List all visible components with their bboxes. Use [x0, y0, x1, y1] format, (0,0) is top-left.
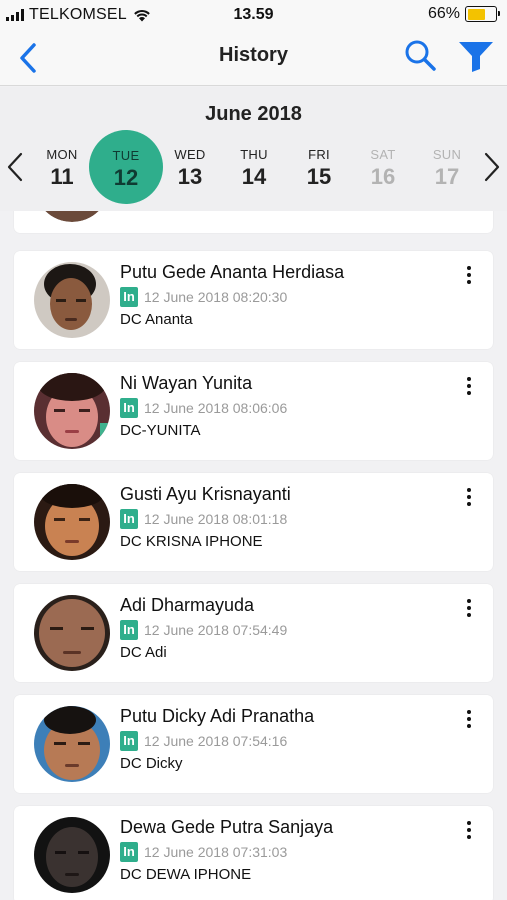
avatar	[34, 262, 110, 338]
battery-fill	[467, 8, 486, 20]
record-timestamp: 12 June 2018 08:20:30	[144, 289, 288, 305]
date-strip: June 2018 MON 11 TUE 12 WED 13 THU 14 FR…	[0, 87, 507, 211]
day-date: 17	[434, 164, 460, 189]
day-tue[interactable]: TUE 12	[89, 130, 163, 204]
battery-percent: 66%	[427, 5, 460, 22]
device-name: DC-YUNITA	[120, 422, 201, 439]
day-name: MON	[46, 147, 78, 162]
day-date: 16	[370, 164, 396, 189]
avatar	[34, 706, 110, 782]
avatar	[45, 211, 99, 222]
search-icon[interactable]	[403, 38, 439, 74]
record-timestamp: 12 June 2018 07:54:49	[144, 622, 288, 638]
person-name: Gusti Ayu Krisnayanti	[120, 484, 291, 504]
battery-icon	[465, 6, 500, 22]
person-name: Dewa Gede Putra Sanjaya	[120, 817, 334, 837]
device-name: DC Dicky	[120, 755, 183, 772]
list-item[interactable]: Ni Wayan Yunita In 12 June 2018 08:06:06…	[14, 362, 493, 460]
record-timestamp: 12 June 2018 08:06:06	[144, 400, 288, 416]
more-options-icon[interactable]	[457, 707, 481, 731]
in-badge: In	[120, 842, 138, 862]
record-timestamp: 12 June 2018 08:01:18	[144, 511, 288, 527]
list-item[interactable]: Adi Dharmayuda In 12 June 2018 07:54:49 …	[14, 584, 493, 682]
day-date: 13	[177, 164, 203, 189]
avatar	[34, 595, 110, 671]
day-thu[interactable]: THU 14	[218, 129, 290, 205]
day-fri[interactable]: FRI 15	[283, 129, 355, 205]
day-sun[interactable]: SUN 17	[411, 129, 483, 205]
in-badge: In	[120, 509, 138, 529]
person-name: Putu Dicky Adi Pranatha	[120, 706, 315, 726]
history-list[interactable]: Putu Gede Ananta Herdiasa In 12 June 201…	[0, 211, 507, 900]
device-name: DC DEWA IPHONE	[120, 866, 252, 883]
day-wed[interactable]: WED 13	[154, 129, 226, 205]
day-name: THU	[240, 147, 268, 162]
more-options-icon[interactable]	[457, 818, 481, 842]
device-name: DC Ananta	[120, 311, 193, 328]
day-date: 11	[50, 164, 74, 189]
day-name: TUE	[112, 148, 140, 163]
day-name: FRI	[308, 147, 330, 162]
more-options-icon[interactable]	[457, 596, 481, 620]
device-name: DC KRISNA IPHONE	[120, 533, 263, 550]
avatar	[34, 373, 110, 449]
person-name: Putu Gede Ananta Herdiasa	[120, 262, 345, 282]
previous-week-icon[interactable]	[4, 149, 26, 185]
day-mon[interactable]: MON 11	[26, 129, 98, 205]
device-name: DC Adi	[120, 644, 167, 661]
in-badge: In	[120, 398, 138, 418]
list-item[interactable]: Gusti Ayu Krisnayanti In 12 June 2018 08…	[14, 473, 493, 571]
status-bar: TELKOMSEL 13.59 66%	[0, 0, 507, 30]
record-timestamp: 12 June 2018 07:31:03	[144, 844, 288, 860]
day-date: 14	[241, 164, 267, 189]
status-right: 66%	[427, 5, 500, 23]
day-date: 12	[113, 165, 139, 190]
more-options-icon[interactable]	[457, 485, 481, 509]
more-options-icon[interactable]	[457, 263, 481, 287]
avatar	[34, 817, 110, 893]
nav-bar: History	[0, 30, 507, 86]
list-item[interactable]: Putu Gede Ananta Herdiasa In 12 June 201…	[14, 251, 493, 349]
list-item[interactable]: Dewa Gede Putra Sanjaya In 12 June 2018 …	[14, 806, 493, 900]
more-options-icon[interactable]	[457, 374, 481, 398]
record-timestamp: 12 June 2018 07:54:16	[144, 733, 288, 749]
list-item-partial[interactable]	[14, 211, 493, 233]
day-name: SAT	[370, 147, 396, 162]
in-badge: In	[120, 620, 138, 640]
month-label: June 2018	[205, 103, 302, 125]
day-name: WED	[174, 147, 206, 162]
day-sat[interactable]: SAT 16	[347, 129, 419, 205]
person-name: Ni Wayan Yunita	[120, 373, 253, 393]
person-name: Adi Dharmayuda	[120, 595, 255, 615]
next-week-icon[interactable]	[481, 149, 503, 185]
avatar	[34, 484, 110, 560]
in-badge: In	[120, 731, 138, 751]
day-date: 15	[306, 164, 332, 189]
in-badge: In	[120, 287, 138, 307]
filter-icon[interactable]	[457, 38, 495, 74]
list-item[interactable]: Putu Dicky Adi Pranatha In 12 June 2018 …	[14, 695, 493, 793]
day-name: SUN	[432, 147, 462, 162]
